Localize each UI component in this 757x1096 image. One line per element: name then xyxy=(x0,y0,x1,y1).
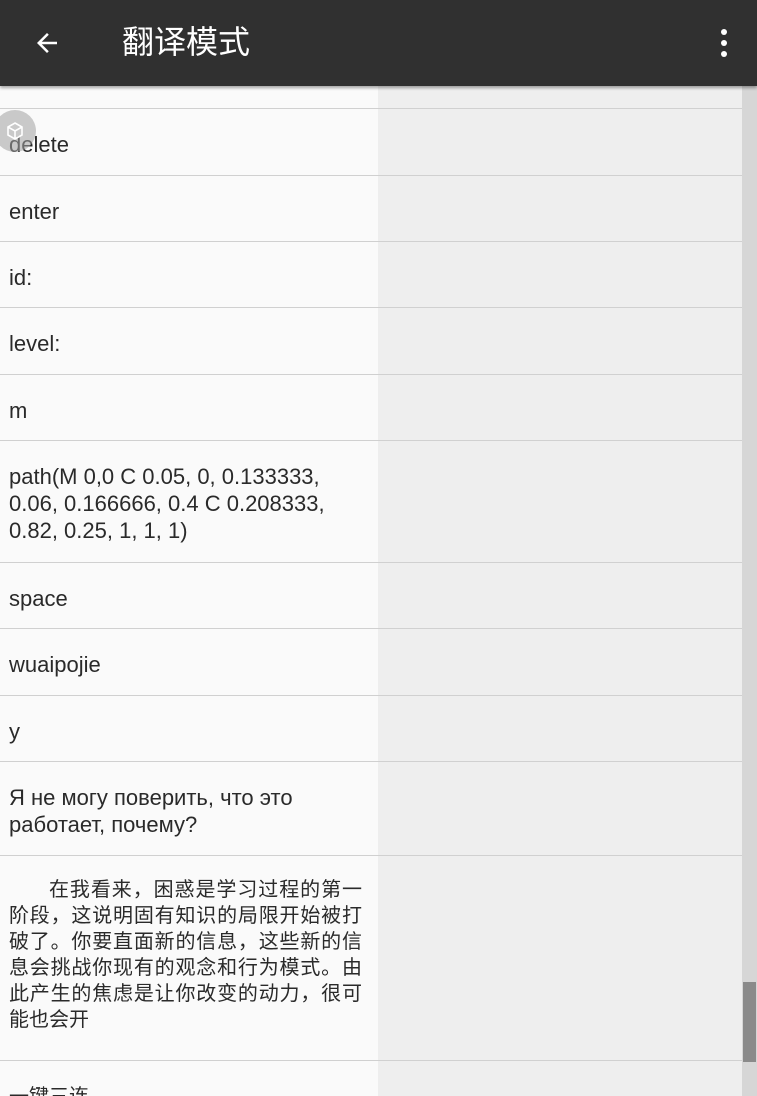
source-text: path(M 0,0 C 0.05, 0, 0.133333, 0.06, 0.… xyxy=(9,464,325,543)
list-item[interactable]: level: xyxy=(0,307,742,374)
scrollbar-thumb[interactable] xyxy=(743,982,756,1062)
source-text: space xyxy=(9,586,68,611)
list-item[interactable]: 在我看来，困惑是学习过程的第一阶段，这说明固有知识的局限开始被打破了。你要直面新… xyxy=(0,855,742,1060)
source-text: y xyxy=(9,719,20,744)
scrollbar-track[interactable] xyxy=(742,86,757,1096)
back-button[interactable] xyxy=(22,18,72,68)
arrow-left-icon xyxy=(37,33,57,53)
list-item[interactable]: 一键三连 xyxy=(0,1060,742,1096)
list-item[interactable]: path(M 0,0 C 0.05, 0, 0.133333, 0.06, 0.… xyxy=(0,440,742,562)
source-text: id: xyxy=(9,265,33,290)
list-item[interactable]: m xyxy=(0,374,742,440)
list-item[interactable]: y xyxy=(0,695,742,761)
list-item[interactable]: Я не могу поверить, что это работает, по… xyxy=(0,761,742,855)
list-item[interactable]: delete xyxy=(0,108,742,175)
list-item[interactable]: enter xyxy=(0,175,742,241)
source-text: Я не могу поверить, что это работает, по… xyxy=(9,785,293,837)
source-text: m xyxy=(9,398,28,423)
app-bar: 翻译模式 xyxy=(0,0,757,86)
rows: delete enter id: level: m path(M 0,0 C 0… xyxy=(0,108,742,1096)
list-item[interactable]: space xyxy=(0,562,742,628)
translation-list: delete enter id: level: m path(M 0,0 C 0… xyxy=(0,86,757,1096)
source-text: delete xyxy=(9,132,69,157)
page-title: 翻译模式 xyxy=(122,23,251,61)
overflow-menu-button[interactable] xyxy=(709,18,739,68)
source-text: wuaipojie xyxy=(9,652,101,677)
source-text: 一键三连 xyxy=(9,1084,89,1096)
cube-icon xyxy=(7,122,23,140)
source-text: enter xyxy=(9,199,60,224)
list-item[interactable]: id: xyxy=(0,241,742,307)
source-text: 在我看来，困惑是学习过程的第一阶段，这说明固有知识的局限开始被打破了。你要直面新… xyxy=(9,877,362,1031)
source-text: level: xyxy=(9,331,61,356)
list-item[interactable]: wuaipojie xyxy=(0,628,742,695)
more-vertical-icon xyxy=(721,29,727,57)
